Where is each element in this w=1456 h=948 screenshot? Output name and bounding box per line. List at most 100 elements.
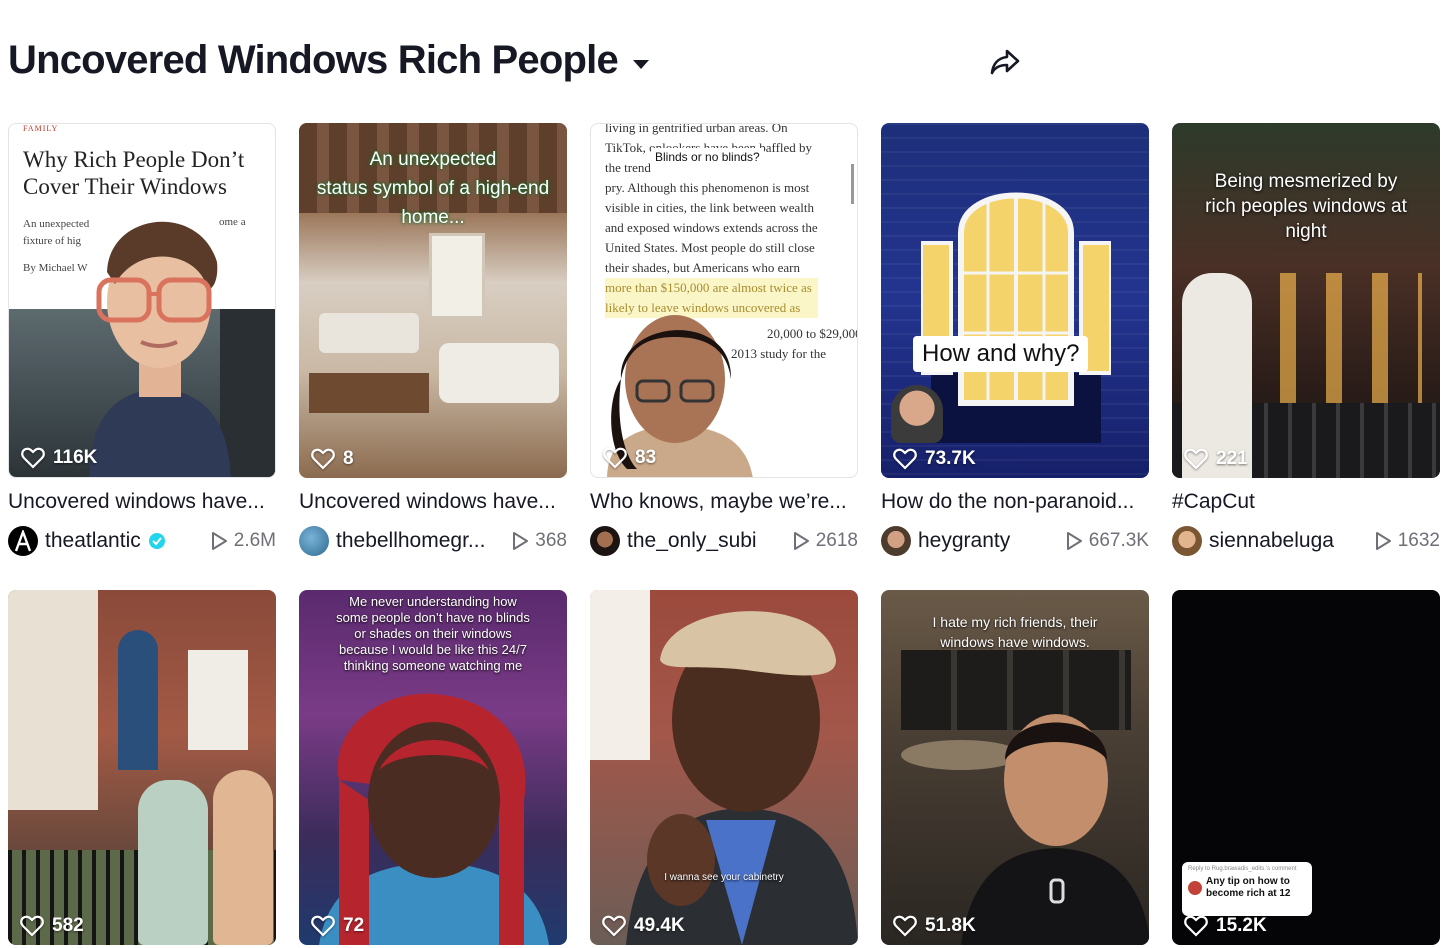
overlay-text: An unexpected <box>369 149 497 170</box>
video-card[interactable]: Me never understanding how some people d… <box>299 590 567 945</box>
video-thumbnail[interactable]: FAMILY Why Rich People Don’t Cover Their… <box>8 123 276 478</box>
video-thumbnail[interactable]: I hate my rich friends, their windows ha… <box>881 590 1149 945</box>
view-count: 2.6M <box>210 530 276 552</box>
like-count-text: 72 <box>343 915 365 936</box>
creator[interactable]: thebellhomegr... <box>299 526 485 556</box>
creator[interactable]: siennabeluga <box>1172 526 1334 556</box>
creator-name[interactable]: thebellhomegr... <box>336 529 485 553</box>
video-card[interactable]: How and why? 73.7K How do the non-parano… <box>881 123 1149 556</box>
video-thumbnail[interactable]: Being mesmerized by rich peoples windows… <box>1172 123 1440 478</box>
play-icon <box>513 532 529 550</box>
heart-icon <box>20 915 44 937</box>
avatar[interactable] <box>8 526 38 556</box>
like-count: 73.7K <box>893 448 976 470</box>
article-byline: By Michael W <box>23 262 88 274</box>
like-count-text: 582 <box>52 915 84 936</box>
overlay-text: status symbol of a high-end <box>316 178 550 199</box>
overlay-text: How and why? <box>913 336 1089 372</box>
video-caption[interactable]: Uncovered windows have... <box>299 490 567 514</box>
creator-figure <box>961 714 1149 945</box>
overlay-text: I wanna see your cabinetry <box>664 872 784 883</box>
creator-figure <box>319 693 549 945</box>
like-count: 49.4K <box>602 915 685 937</box>
creator[interactable]: heygranty <box>881 526 1010 556</box>
video-card[interactable]: An unexpected status symbol of a high-en… <box>299 123 567 556</box>
video-caption[interactable]: Uncovered windows have... <box>8 490 276 514</box>
video-caption[interactable]: #CapCut <box>1172 490 1440 514</box>
heart-icon <box>893 448 917 470</box>
video-thumbnail[interactable]: Reply to Rug.brawadis_edits.'s comment A… <box>1172 590 1440 945</box>
view-count: 667.3K <box>1065 530 1149 552</box>
page-header: Uncovered Windows Rich People <box>8 38 650 83</box>
like-count: 221 <box>1184 448 1248 470</box>
window-illustration <box>921 192 1111 443</box>
heart-icon <box>603 447 627 469</box>
video-card[interactable]: living in gentrified urban areas. On Tik… <box>590 123 858 556</box>
creator[interactable]: theatlantic <box>8 526 166 556</box>
play-icon <box>1066 532 1082 550</box>
like-count-text: 15.2K <box>1216 915 1267 936</box>
like-count: 116K <box>21 447 97 469</box>
avatar[interactable] <box>299 526 329 556</box>
like-count-text: 51.8K <box>925 915 976 936</box>
video-meta: thebellhomegr... 368 <box>299 526 567 556</box>
view-count-text: 368 <box>535 530 567 551</box>
heart-icon <box>21 447 45 469</box>
heart-icon <box>1184 448 1208 470</box>
like-count-text: 73.7K <box>925 448 976 469</box>
heart-icon <box>602 915 626 937</box>
like-count-text: 49.4K <box>634 915 685 936</box>
overlay-text: or shades on their windows <box>354 626 512 641</box>
heart-icon <box>311 915 335 937</box>
overlay-text: Me never understanding how <box>349 594 517 609</box>
creator[interactable]: the_only_subi <box>590 526 757 556</box>
overlay-text: some people don’t have no blinds <box>336 610 530 625</box>
caret-down-icon[interactable] <box>632 59 650 71</box>
verified-icon <box>148 533 165 549</box>
video-meta: siennabeluga 1632 <box>1172 526 1440 556</box>
view-count-text: 667.3K <box>1088 530 1149 551</box>
overlay-text: thinking someone watching me <box>343 658 523 673</box>
view-count-text: 2618 <box>815 530 858 551</box>
like-count: 582 <box>20 915 84 937</box>
like-count-text: 221 <box>1216 448 1248 469</box>
video-card[interactable]: I wanna see your cabinetry 49.4K <box>590 590 858 945</box>
overlay-text: Being mesmerized by <box>1214 171 1398 192</box>
heart-icon <box>1184 915 1208 937</box>
creator-figure <box>626 611 858 945</box>
play-icon <box>1375 532 1391 550</box>
creator-name[interactable]: siennabeluga <box>1209 529 1334 553</box>
overlay-text: night <box>1285 221 1327 242</box>
video-thumbnail[interactable]: Me never understanding how some people d… <box>299 590 567 945</box>
video-card[interactable]: FAMILY Why Rich People Don’t Cover Their… <box>8 123 276 556</box>
video-meta: heygranty 667.3K <box>881 526 1149 556</box>
creator-name[interactable]: the_only_subi <box>627 529 757 553</box>
poll-sticker: Blinds or no blinds? <box>651 148 764 166</box>
video-card[interactable]: Being mesmerized by rich peoples windows… <box>1172 123 1440 556</box>
creator-name[interactable]: theatlantic <box>45 529 141 553</box>
avatar[interactable] <box>590 526 620 556</box>
like-count: 83 <box>603 447 656 469</box>
avatar[interactable] <box>1172 526 1202 556</box>
video-thumbnail[interactable]: An unexpected status symbol of a high-en… <box>299 123 567 478</box>
heart-icon <box>893 915 917 937</box>
share-icon[interactable] <box>988 45 1022 79</box>
video-thumbnail[interactable]: How and why? 73.7K <box>881 123 1149 478</box>
video-thumbnail[interactable]: 582 <box>8 590 276 945</box>
video-card[interactable]: I hate my rich friends, their windows ha… <box>881 590 1149 945</box>
play-icon <box>793 532 809 550</box>
avatar[interactable] <box>881 526 911 556</box>
view-count: 1632 <box>1374 530 1440 552</box>
page-title: Uncovered Windows Rich People <box>8 38 619 82</box>
video-card[interactable]: 582 <box>8 590 276 945</box>
video-meta: the_only_subi 2618 <box>590 526 858 556</box>
video-thumbnail[interactable]: living in gentrified urban areas. On Tik… <box>590 123 858 478</box>
video-thumbnail[interactable]: I wanna see your cabinetry 49.4K <box>590 590 858 945</box>
creator-name[interactable]: heygranty <box>918 529 1010 553</box>
like-count-text: 8 <box>343 448 354 469</box>
video-caption[interactable]: How do the non-paranoid... <box>881 490 1149 514</box>
video-caption[interactable]: Who knows, maybe we’re... <box>590 490 858 514</box>
overlay-text: because I would be like this 24/7 <box>339 642 527 657</box>
video-card[interactable]: Reply to Rug.brawadis_edits.'s comment A… <box>1172 590 1440 945</box>
reply-text: Any tip on how to <box>1206 876 1290 887</box>
